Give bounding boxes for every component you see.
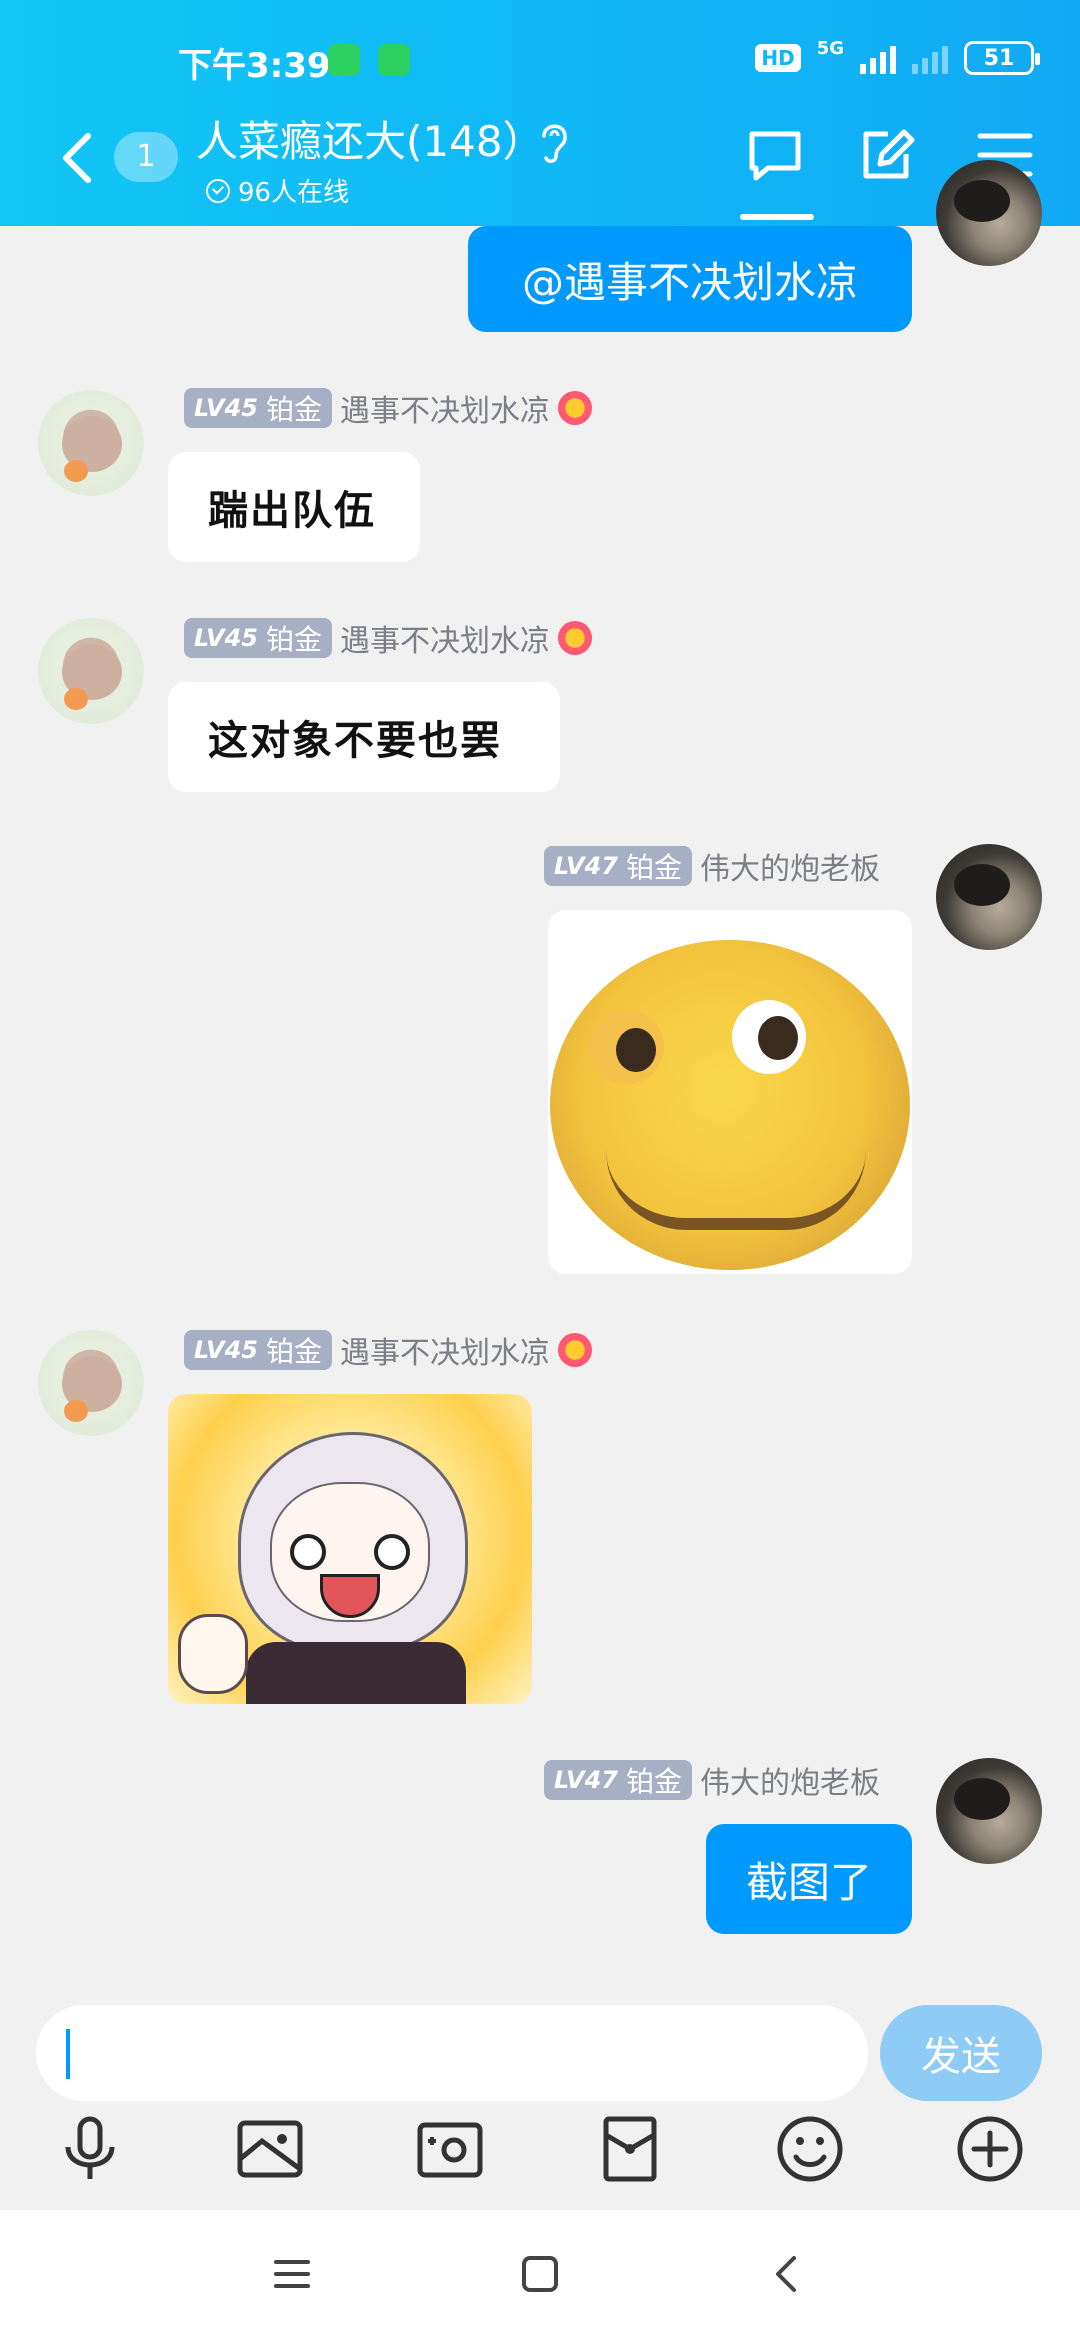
emoji-icon[interactable] <box>774 2113 846 2185</box>
status-time: 下午3:39 <box>178 46 331 86</box>
home-icon[interactable] <box>516 2250 564 2298</box>
level-badge: LV45 铂金 <box>184 388 332 428</box>
red-packet-icon[interactable] <box>594 2113 666 2185</box>
composer-toolbar <box>0 2113 1080 2203</box>
plus-icon[interactable] <box>954 2113 1026 2185</box>
smiley-face <box>550 940 910 1270</box>
level-badge: LV47 铂金 <box>544 846 692 886</box>
level-badge: LV47 铂金 <box>544 1760 692 1800</box>
flower-icon <box>557 391 592 425</box>
sticker-image[interactable] <box>548 910 912 1274</box>
network-type: 5G <box>816 37 844 59</box>
level-text: LV45 <box>194 624 258 652</box>
level-badge: LV45 铂金 <box>184 618 332 658</box>
message-bubble[interactable]: 截图了 <box>706 1824 912 1934</box>
level-text: LV47 <box>554 852 618 880</box>
shield-notification-icon <box>378 44 410 76</box>
flower-icon <box>557 1333 592 1367</box>
flower-icon <box>557 621 592 655</box>
tab-underline <box>740 214 814 220</box>
signal-2-icon <box>912 42 948 74</box>
chat-bubble-icon[interactable] <box>746 126 804 184</box>
avatar[interactable] <box>936 160 1042 266</box>
rank-text: 铂金 <box>625 1765 682 1798</box>
chat-screen: 下午3:39 HD 5G 51 1 人菜瘾还大(148） 96人在线 @遇事不决… <box>0 0 1080 2340</box>
group-title[interactable]: 人菜瘾还大(148） <box>196 108 545 169</box>
sender-tagline: LV45 铂金 遇事不决划水凉 <box>184 1328 592 1372</box>
ear-icon[interactable] <box>536 116 572 166</box>
sticker-image[interactable] <box>168 1394 532 1704</box>
message-bubble[interactable]: @遇事不决划水凉 <box>468 226 912 332</box>
sender-tagline: LV47 铂金 伟大的炮老板 <box>544 844 880 888</box>
microphone-icon[interactable] <box>54 2113 126 2185</box>
sender-name[interactable]: 遇事不决划水凉 <box>340 616 550 660</box>
rank-text: 铂金 <box>625 851 682 884</box>
level-text: LV45 <box>194 1336 258 1364</box>
recent-apps-icon[interactable] <box>268 2250 316 2298</box>
status-indicators: HD 5G 51 <box>755 37 1040 78</box>
back-icon[interactable] <box>56 128 96 188</box>
level-text: LV47 <box>554 1766 618 1794</box>
sender-tagline: LV47 铂金 伟大的炮老板 <box>544 1758 880 1802</box>
message-bubble[interactable]: 这对象不要也罢 <box>168 682 560 792</box>
text-caret <box>66 2029 70 2079</box>
avatar[interactable] <box>936 1758 1042 1864</box>
sender-name[interactable]: 伟大的炮老板 <box>700 1758 880 1802</box>
camera-icon[interactable] <box>414 2113 486 2185</box>
avatar[interactable] <box>38 1330 144 1436</box>
sender-tagline: LV45 铂金 遇事不决划水凉 <box>184 616 592 660</box>
avatar[interactable] <box>38 618 144 724</box>
online-check-icon <box>206 178 230 203</box>
sender-name[interactable]: 遇事不决划水凉 <box>340 1328 550 1372</box>
composer: 发送 <box>0 1983 1080 2209</box>
sender-tagline: LV45 铂金 遇事不决划水凉 <box>184 386 592 430</box>
edit-icon[interactable] <box>858 126 916 184</box>
battery-icon: 51 <box>964 41 1040 75</box>
rank-text: 铂金 <box>265 393 322 426</box>
message-bubble[interactable]: 踹出队伍 <box>168 452 420 562</box>
online-count: 96人在线 <box>238 178 350 208</box>
level-text: LV45 <box>194 394 258 422</box>
online-status[interactable]: 96人在线 <box>206 172 349 209</box>
rank-text: 铂金 <box>265 623 322 656</box>
signal-icon <box>860 42 896 74</box>
avatar[interactable] <box>936 844 1042 950</box>
level-badge: LV45 铂金 <box>184 1330 332 1370</box>
sender-name[interactable]: 伟大的炮老板 <box>700 844 880 888</box>
rank-text: 铂金 <box>265 1335 322 1368</box>
back-nav-icon[interactable] <box>764 2250 812 2298</box>
send-button[interactable]: 发送 <box>880 2005 1042 2101</box>
image-icon[interactable] <box>234 2113 306 2185</box>
avatar[interactable] <box>38 390 144 496</box>
sender-name[interactable]: 遇事不决划水凉 <box>340 386 550 430</box>
system-nav-bar <box>0 2210 1080 2340</box>
hd-badge: HD <box>755 44 801 72</box>
chat-header: 下午3:39 HD 5G 51 1 人菜瘾还大(148） 96人在线 <box>0 0 1080 226</box>
unread-count-badge[interactable]: 1 <box>114 132 178 182</box>
message-input[interactable] <box>36 2005 868 2101</box>
wechat-notification-icon <box>328 44 360 76</box>
battery-level: 51 <box>983 45 1015 71</box>
